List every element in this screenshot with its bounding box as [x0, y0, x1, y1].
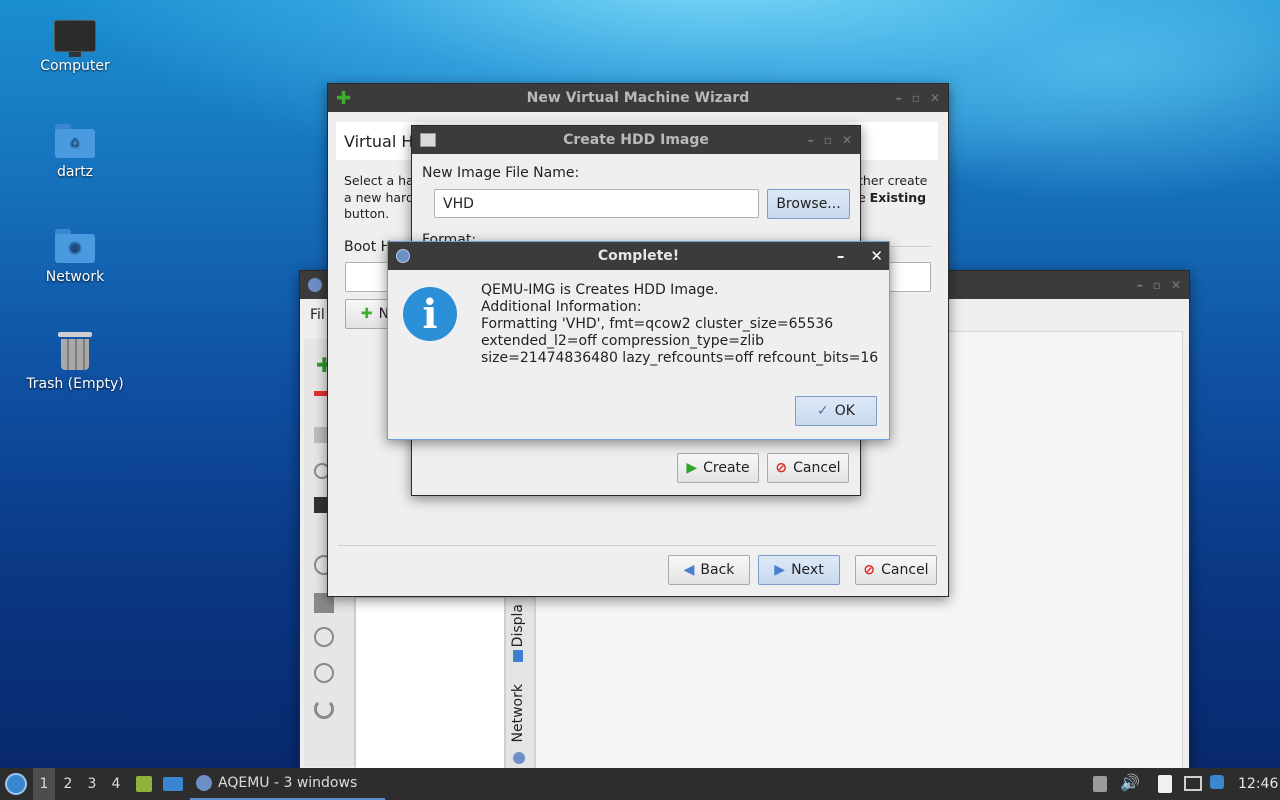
start-menu-icon[interactable] — [5, 773, 27, 795]
desktop-icon-label: Computer — [40, 58, 110, 74]
file-name-label: New Image File Name: — [422, 165, 580, 181]
complete-titlebar: Complete! – ✕ — [388, 242, 889, 270]
aqemu-app-icon — [396, 249, 410, 263]
complete-title: Complete! — [597, 248, 680, 264]
minimize-button[interactable]: – — [837, 247, 845, 265]
update-notifier-icon[interactable] — [1210, 775, 1224, 789]
stop-icon[interactable] — [314, 663, 334, 683]
home-folder-icon: ⌂ — [55, 124, 95, 158]
trash-icon — [58, 332, 92, 370]
wizard-titlebar: ✚ New Virtual Machine Wizard – ▫ ✕ — [328, 84, 948, 112]
aqemu-app-icon — [196, 775, 212, 791]
checkmark-icon: ✓ — [817, 403, 829, 419]
display-tab-icon — [513, 650, 523, 662]
create-button[interactable]: ▶ Create — [677, 453, 759, 483]
vm-list[interactable] — [355, 597, 505, 769]
message-line: size=21474836480 lazy_refcounts=off refc… — [481, 350, 879, 366]
info-icon: i — [403, 287, 457, 341]
volume-icon[interactable]: 🔊 — [1120, 773, 1140, 792]
desktop-icon-label: Network — [45, 269, 105, 285]
vertical-tabs: Displa Network — [505, 597, 535, 769]
wizard-desc-line1: Select a har — [344, 173, 419, 188]
tab-network[interactable]: Network — [510, 684, 526, 742]
hdd-cancel-button[interactable]: ⊘ Cancel — [767, 453, 849, 483]
next-button[interactable]: ▶ Next — [758, 555, 840, 585]
wizard-desc-line2: a new hard — [344, 189, 414, 205]
taskbar: 1 2 3 4 AQEMU - 3 windows 🔊 12:46 — [0, 768, 1280, 800]
desktop-icon-home[interactable]: ⌂ dartz — [15, 124, 135, 180]
desktop-icon-computer[interactable]: Computer — [15, 20, 135, 74]
tab-display[interactable]: Displa — [510, 604, 526, 647]
back-button-label: Back — [700, 562, 735, 578]
hdd-cancel-label: Cancel — [793, 460, 841, 476]
message-line: Formatting 'VHD', fmt=qcow2 cluster_size… — [481, 316, 834, 332]
back-button[interactable]: ◀ Back — [668, 555, 750, 585]
menu-file[interactable]: Fil — [310, 307, 325, 323]
cancel-icon: ⊘ — [775, 460, 788, 476]
aqemu-window-controls[interactable]: – ▫ ✕ — [1137, 271, 1181, 299]
ok-button[interactable]: ✓ OK — [795, 396, 877, 426]
wizard-description: Select a har a new hard button. — [344, 173, 419, 223]
create-button-label: Create — [703, 460, 750, 476]
disk-icon — [420, 133, 436, 147]
arrow-right-icon: ▶ — [774, 562, 786, 578]
wizard-desc-existing: Existing — [869, 189, 927, 205]
workspace-2[interactable]: 2 — [57, 768, 79, 800]
complete-message: QEMU-IMG is Creates HDD Image. Additiona… — [481, 282, 878, 367]
wizard-cancel-label: Cancel — [881, 562, 929, 578]
workspace-4[interactable]: 4 — [105, 768, 127, 800]
plus-icon: ✚ — [360, 306, 373, 322]
pause-icon[interactable] — [314, 627, 334, 647]
clock[interactable]: 12:46 — [1238, 768, 1278, 800]
desktop-icon-network[interactable]: ◉ Network — [15, 229, 135, 285]
ok-button-label: OK — [834, 403, 855, 419]
wizard-title: New Virtual Machine Wizard — [526, 90, 750, 106]
next-button-label: Next — [791, 562, 824, 578]
computer-icon — [54, 20, 96, 57]
network-tray-icon[interactable] — [1184, 776, 1202, 791]
task-label: AQEMU - 3 windows — [218, 775, 358, 791]
network-tab-icon — [513, 752, 525, 764]
aqemu-app-icon — [308, 278, 322, 292]
close-button[interactable]: ✕ — [870, 247, 883, 265]
browse-button[interactable]: Browse... — [767, 189, 850, 219]
wizard-desc-line3: button. — [344, 206, 390, 221]
hdd-titlebar: Create HDD Image – ▫ ✕ — [412, 126, 860, 154]
arrow-left-icon: ◀ — [683, 562, 695, 578]
reset-icon[interactable] — [314, 699, 334, 719]
desktop-icon-label: Trash (Empty) — [26, 376, 124, 392]
wizard-description-right: ther create e Existing — [858, 173, 927, 206]
cancel-icon: ⊘ — [863, 562, 876, 578]
file-name-input[interactable]: VHD — [434, 189, 759, 218]
complete-dialog: Complete! – ✕ i QEMU-IMG is Creates HDD … — [387, 241, 890, 440]
wizard-footer-divider — [338, 545, 936, 546]
workspace-3[interactable]: 3 — [81, 768, 103, 800]
wizard-desc-right1: ther create — [858, 173, 928, 188]
clipboard-icon[interactable] — [1158, 775, 1172, 793]
file-name-value: VHD — [443, 195, 474, 212]
workspace-1[interactable]: 1 — [33, 768, 55, 800]
boot-hdd-label: Boot H — [344, 239, 392, 255]
file-manager-icon[interactable] — [136, 776, 152, 792]
desktop-icon-label: dartz — [56, 164, 94, 180]
browse-button-label: Browse... — [776, 196, 841, 212]
message-line: Additional Information: — [481, 299, 642, 315]
wizard-plus-icon: ✚ — [336, 88, 352, 109]
taskbar-task-aqemu[interactable]: AQEMU - 3 windows — [190, 768, 385, 800]
show-desktop-icon[interactable] — [163, 777, 183, 791]
hdd-window-controls[interactable]: – ▫ ✕ — [808, 126, 852, 154]
wizard-cancel-button[interactable]: ⊘ Cancel — [855, 555, 937, 585]
wizard-window-controls[interactable]: – ▫ ✕ — [896, 84, 940, 112]
network-folder-icon: ◉ — [55, 229, 95, 263]
message-line: QEMU-IMG is Creates HDD Image. — [481, 282, 719, 298]
tray-arrow-icon[interactable] — [1093, 776, 1107, 792]
play-green-icon: ▶ — [686, 460, 698, 476]
message-line: extended_l2=off compression_type=zlib — [481, 333, 764, 349]
desktop-icon-trash[interactable]: Trash (Empty) — [15, 332, 135, 392]
hdd-title: Create HDD Image — [563, 132, 709, 148]
